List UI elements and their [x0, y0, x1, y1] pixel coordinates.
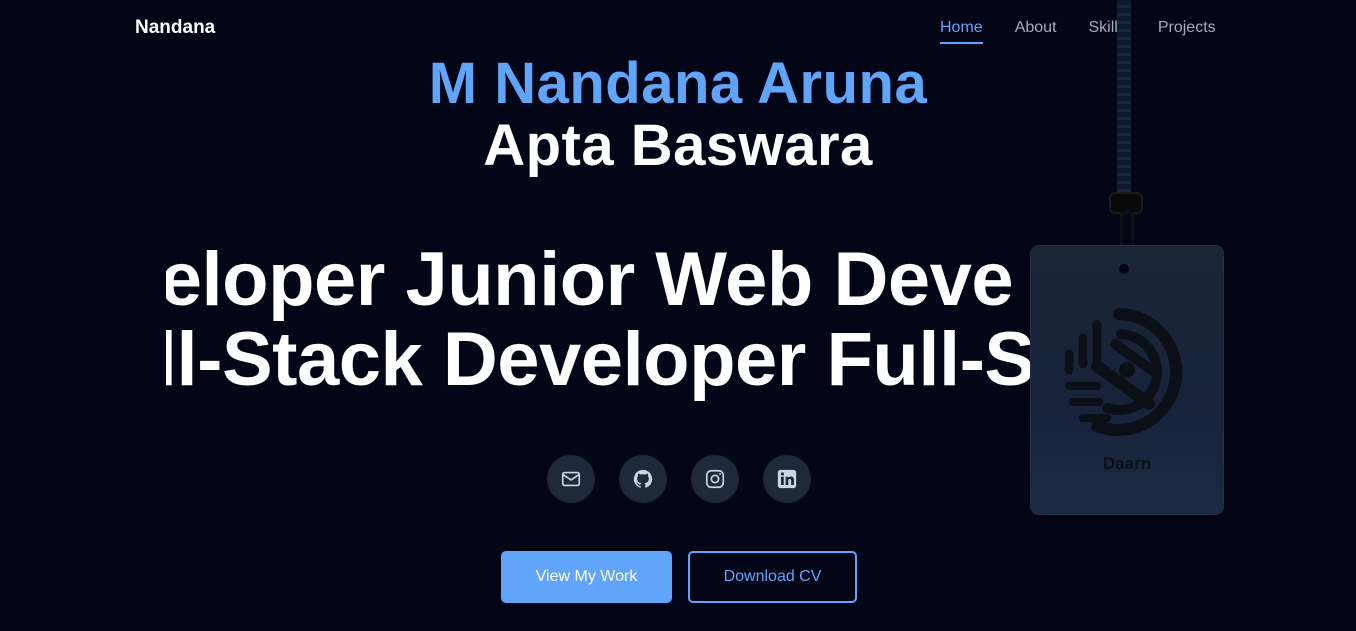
marquee-row-2: ull-Stack Developer Full-S: [166, 317, 1035, 402]
badge-hole: [1119, 264, 1129, 274]
nav-item-about[interactable]: About: [1015, 19, 1057, 37]
badge-label: Daarn: [1102, 454, 1152, 473]
hero-name-first: M Nandana Aruna: [428, 51, 928, 116]
main-nav: Home About Skills Projects: [940, 19, 1248, 44]
instagram-icon: [705, 469, 725, 489]
id-badge-card[interactable]: Daarn: [1031, 246, 1223, 514]
lanyard-strap: [1117, 0, 1131, 195]
github-link[interactable]: [619, 455, 667, 503]
nav-item-home[interactable]: Home: [940, 19, 983, 44]
linkedin-link[interactable]: [763, 455, 811, 503]
instagram-link[interactable]: [691, 455, 739, 503]
monogram-logo-icon: [1064, 308, 1183, 436]
linkedin-icon: [777, 469, 797, 489]
hero-name-last: Apta Baswara: [483, 113, 873, 178]
portfolio-page: Nandana Home About Skills Projects M Nan…: [0, 0, 1356, 631]
view-my-work-button[interactable]: View My Work: [501, 551, 672, 603]
mail-icon: [561, 471, 581, 487]
download-cv-button[interactable]: Download CV: [688, 551, 857, 603]
social-links: [547, 455, 811, 503]
mail-link[interactable]: [547, 455, 595, 503]
github-icon: [633, 469, 653, 488]
nav-item-projects[interactable]: Projects: [1158, 19, 1216, 37]
brand-logo[interactable]: Nandana: [135, 17, 215, 39]
marquee-row-1: veloper Junior Web Deve: [166, 237, 1014, 322]
